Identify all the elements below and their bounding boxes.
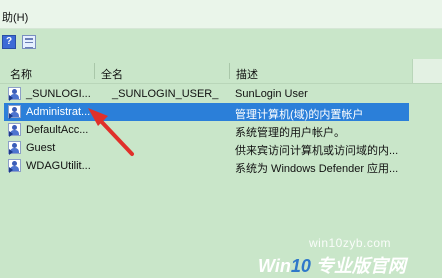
watermark-logo: Win10 专业版官网 — [258, 252, 406, 278]
watermark-url: win10zyb.com — [309, 236, 392, 250]
watermark-number: 10 — [290, 256, 311, 276]
watermark-suffix: 专业版官网 — [310, 256, 406, 276]
watermark-prefix: Win — [258, 256, 291, 276]
